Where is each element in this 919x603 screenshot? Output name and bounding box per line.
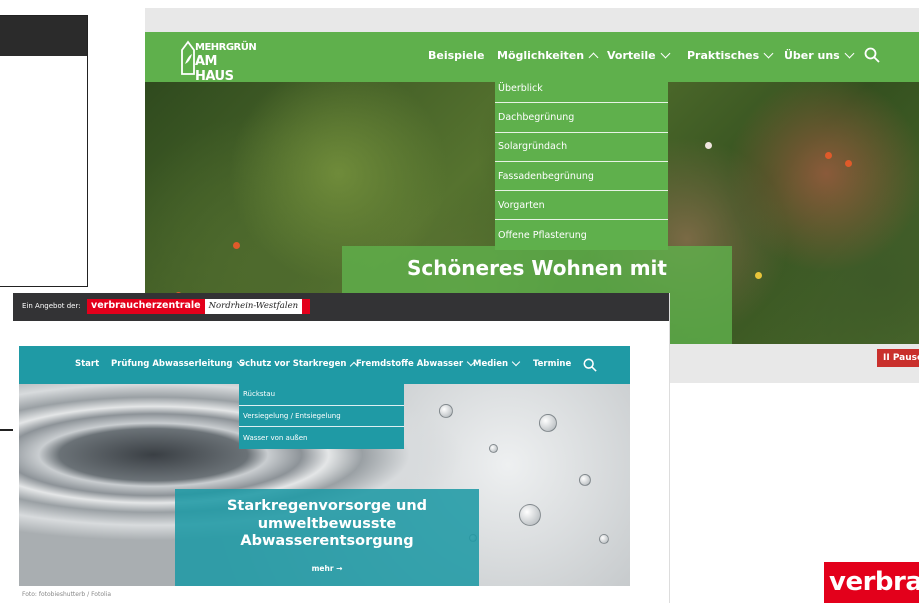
verbraucherzentrale-corner-logo: verbra [824,562,919,603]
dropdown-item-rueckstau[interactable]: Rückstau [239,384,404,406]
nav-vorteile[interactable]: Vorteile [607,48,671,62]
flower-dot [825,152,832,159]
nav-beispiele[interactable]: Beispiele [428,49,485,62]
photo-credit: Foto: fotobieshutterb / Fotolia [22,591,112,598]
dropdown-item-ueberblick[interactable]: Überblick [495,74,668,104]
more-link[interactable]: mehr → [175,564,479,573]
offer-text: Ein Angebot der: [22,302,81,310]
dropdown-item-wasser-von-aussen[interactable]: Wasser von außen [239,427,404,449]
nav-termine[interactable]: Termine [533,359,571,369]
nav-pruefung-abwasserleitung[interactable]: Prüfung Abwasserleitung [111,357,245,369]
dropdown-item-dachbegruenung[interactable]: Dachbegrünung [495,103,668,133]
flower-dot [233,242,240,249]
starkregen-dropdown: Rückstau Versiegelung / Entsiegelung Was… [239,384,404,449]
background-window [0,15,88,287]
green-hero-title: Schöneres Wohnen mit [407,256,667,280]
dropdown-item-versiegelung[interactable]: Versiegelung / Entsiegelung [239,406,404,428]
water-drop [599,534,609,544]
logo-line-1: MEHRGRÜN [195,42,257,53]
water-drop [539,414,557,432]
water-drop [439,404,453,418]
teal-site-screenshot: Ein Angebot der: verbraucherzentrale Nor… [13,293,670,603]
verbraucherzentrale-logo[interactable]: verbraucherzentrale Nordrhein-Westfalen [87,299,311,314]
pause-button[interactable]: II Pause [877,349,919,367]
flower-dot [755,272,762,279]
nav-medien[interactable]: Medien [473,357,521,369]
chevron-down-icon [844,48,855,59]
provider-bar: Ein Angebot der: verbraucherzentrale Nor… [13,293,669,321]
nav-schutz-vor-starkregen[interactable]: Schutz vor Starkregen [239,359,359,370]
house-leaf-icon [181,40,195,75]
nav-fremdstoffe-abwasser[interactable]: Fremdstoffe Abwasser [356,357,476,369]
chevron-down-icon [763,48,774,59]
chevron-down-icon [511,357,521,367]
water-drop [579,474,591,486]
dropdown-item-vorgarten[interactable]: Vorgarten [495,191,668,221]
dropdown-item-fassadenbegruenung[interactable]: Fassadenbegrünung [495,162,668,192]
logo-line-2: AM HAUS [195,54,234,84]
org-region: Nordrhein-Westfalen [204,299,303,314]
teal-hero-banner: Starkregenvorsorge und umweltbewusste Ab… [175,489,479,586]
chevron-down-icon [660,48,671,59]
mehr-gruen-logo[interactable]: MEHRGRÜN AM HAUS [181,38,257,84]
nav-ueber-uns[interactable]: Über uns [784,48,855,62]
search-icon[interactable] [864,47,880,63]
logo-end-bar [302,299,311,314]
flower-dot [705,142,712,149]
org-name: verbraucherzentrale [87,299,205,314]
nav-moeglichkeiten[interactable]: Möglichkeiten [497,49,599,62]
water-drop [519,504,541,526]
water-drop [489,444,498,453]
dropdown-item-solargruendach[interactable]: Solargründach [495,133,668,162]
chevron-up-icon [588,52,599,62]
corner-logo-text: verbra [829,567,919,597]
nav-praktisches[interactable]: Praktisches [687,48,774,62]
moeglichkeiten-dropdown: Überblick Dachbegrünung Solargründach Fa… [495,74,668,250]
divider-line [0,429,14,431]
teal-hero-title: Starkregenvorsorge und umweltbewusste Ab… [226,498,428,549]
nav-start[interactable]: Start [75,359,99,369]
search-icon[interactable] [583,358,597,372]
background-window-titlebar [0,16,87,56]
flower-dot [845,160,852,167]
teal-navbar: Start Prüfung Abwasserleitung Schutz vor… [19,346,630,384]
